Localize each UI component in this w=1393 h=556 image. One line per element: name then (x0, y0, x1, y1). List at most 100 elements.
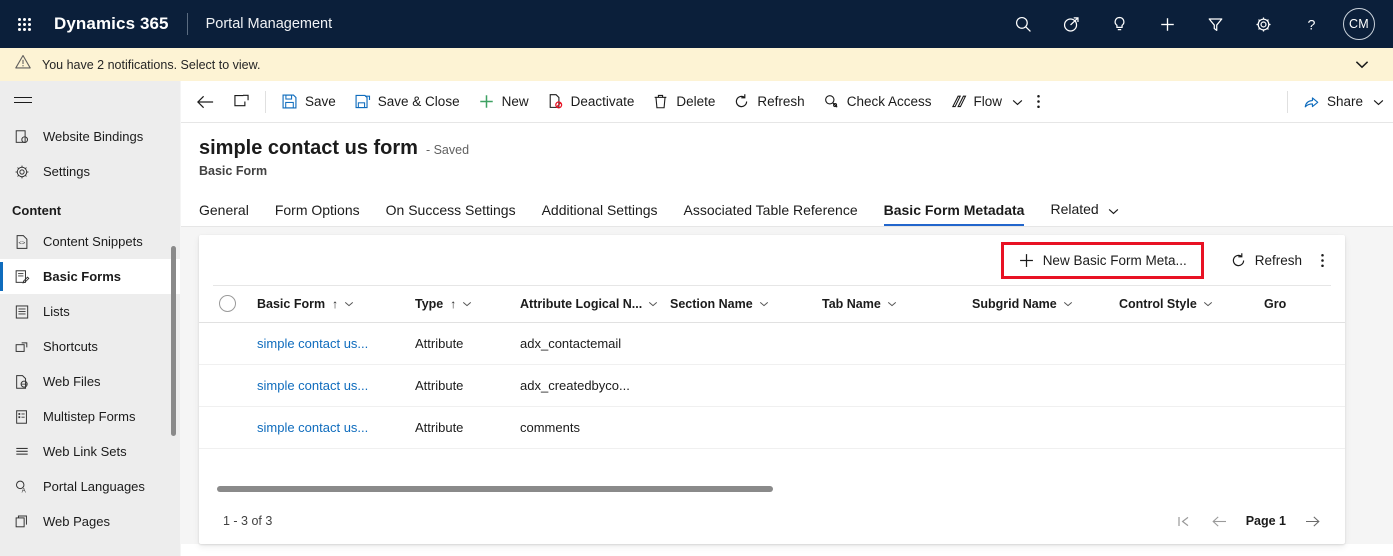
select-all-checkbox[interactable] (219, 295, 236, 313)
sidebar-item-shortcuts[interactable]: Shortcuts (0, 329, 180, 364)
cell-group (1264, 322, 1345, 365)
column-label: Gro (1264, 296, 1287, 311)
column-header-basic-form[interactable]: Basic Form ↑ (257, 286, 415, 322)
cell-basic-form[interactable]: simple contact us... (257, 322, 415, 365)
chevron-down-icon[interactable] (462, 301, 472, 307)
column-header-control-style[interactable]: Control Style (1119, 286, 1264, 322)
grid-footer: 1 - 3 of 3 Page 1 (199, 498, 1345, 544)
cell-basic-form[interactable]: simple contact us... (257, 364, 415, 407)
app-launcher-icon[interactable] (0, 17, 48, 31)
chevron-down-icon[interactable] (344, 301, 354, 307)
avatar[interactable]: CM (1343, 8, 1375, 40)
basic-form-link[interactable]: simple contact us... (257, 378, 368, 393)
save-button[interactable]: Save (272, 81, 345, 123)
delete-button[interactable]: Delete (643, 81, 724, 123)
sidebar-item-label: Shortcuts (43, 339, 98, 354)
basic-form-link[interactable]: simple contact us... (257, 336, 368, 351)
first-page-icon[interactable] (1167, 509, 1201, 534)
hamburger-icon[interactable] (0, 81, 180, 119)
column-header-group[interactable]: Gro (1264, 286, 1345, 322)
tab-on-success-settings[interactable]: On Success Settings (386, 202, 516, 226)
row-select-cell[interactable] (199, 322, 257, 365)
sidebar-item-settings[interactable]: Settings (0, 154, 180, 189)
scrollbar-thumb[interactable] (217, 486, 773, 492)
refresh-icon (733, 93, 750, 110)
tab-additional-settings[interactable]: Additional Settings (542, 202, 658, 226)
column-header-tab-name[interactable]: Tab Name (822, 286, 972, 322)
more-options-icon[interactable] (1032, 81, 1045, 123)
sidebar-item-label: Web Link Sets (43, 444, 127, 459)
refresh-button[interactable]: Refresh (724, 81, 813, 123)
table-row[interactable]: simple contact us... Attribute adx_conta… (199, 322, 1345, 365)
grid-more-options-icon[interactable] (1314, 243, 1331, 278)
assistant-icon[interactable] (1047, 0, 1095, 48)
sidebar-item-basic-forms[interactable]: Basic Forms (0, 259, 180, 294)
chevron-down-icon[interactable] (648, 301, 658, 307)
column-header-section-name[interactable]: Section Name (670, 286, 822, 322)
filter-icon[interactable] (1191, 0, 1239, 48)
tab-label: Basic Form Metadata (883, 202, 1025, 218)
column-header-attribute-logical-name[interactable]: Attribute Logical N... (520, 286, 670, 322)
chevron-down-icon[interactable] (1012, 94, 1023, 109)
sidebar-item-label: Website Bindings (43, 129, 144, 144)
cell-basic-form[interactable]: simple contact us... (257, 406, 415, 449)
help-icon[interactable]: ? (1287, 0, 1335, 48)
delete-label: Delete (676, 94, 716, 109)
save-and-close-button[interactable]: Save & Close (345, 81, 469, 123)
tab-general[interactable]: General (199, 202, 249, 226)
sidebar-item-website-bindings[interactable]: Website Bindings (0, 119, 180, 154)
gear-icon[interactable] (1239, 0, 1287, 48)
sidebar-item-web-pages[interactable]: Web Pages (0, 504, 180, 539)
tab-label: Additional Settings (541, 202, 658, 218)
sidebar-item-content-snippets[interactable]: <> Content Snippets (0, 224, 180, 259)
sidebar-item-web-files[interactable]: Web Files (0, 364, 180, 399)
grid-refresh-label: Refresh (1254, 252, 1302, 268)
chevron-down-icon[interactable] (759, 301, 769, 307)
row-select-cell[interactable] (199, 364, 257, 407)
chevron-down-icon[interactable] (1373, 94, 1384, 109)
grid-horizontal-scrollbar[interactable] (217, 486, 1307, 492)
tab-form-options[interactable]: Form Options (275, 202, 360, 226)
plus-icon[interactable] (1143, 0, 1191, 48)
basic-form-link[interactable]: simple contact us... (257, 420, 368, 435)
column-header-type[interactable]: Type ↑ (415, 286, 520, 322)
save-label: Save (305, 94, 336, 109)
lightbulb-icon[interactable] (1095, 0, 1143, 48)
grid-refresh-button[interactable]: Refresh (1218, 244, 1314, 277)
column-label: Section Name (670, 296, 753, 311)
open-in-new-window-icon[interactable] (224, 81, 259, 123)
tab-associated-table-reference[interactable]: Associated Table Reference (684, 202, 858, 226)
sidebar-item-web-link-sets[interactable]: Web Link Sets (0, 434, 180, 469)
check-access-button[interactable]: Check Access (814, 81, 941, 123)
new-basic-form-metadata-button[interactable]: New Basic Form Meta... (1000, 241, 1204, 279)
select-all-header[interactable] (199, 286, 257, 322)
sidebar-item-multistep-forms[interactable]: Multistep Forms (0, 399, 180, 434)
table-row[interactable]: simple contact us... Attribute comments (199, 406, 1345, 449)
chevron-down-icon[interactable] (1063, 301, 1073, 307)
warning-icon (14, 53, 32, 76)
back-arrow-icon[interactable] (187, 81, 224, 123)
search-icon[interactable] (999, 0, 1047, 48)
table-row[interactable]: simple contact us... Attribute adx_creat… (199, 364, 1345, 407)
sidebar-item-portal-languages[interactable]: A Portal Languages (0, 469, 180, 504)
column-header-subgrid-name[interactable]: Subgrid Name (972, 286, 1119, 322)
new-button[interactable]: New (469, 81, 538, 123)
deactivate-button[interactable]: Deactivate (538, 81, 644, 123)
tab-related[interactable]: Related (1050, 201, 1118, 226)
sidebar-scrollbar[interactable] (171, 246, 176, 436)
sidebar-item-lists[interactable]: Lists (0, 294, 180, 329)
command-bar-right: Share (1281, 81, 1393, 123)
next-page-icon[interactable] (1294, 509, 1331, 534)
chevron-down-icon[interactable] (1345, 56, 1379, 73)
chevron-down-icon[interactable] (1203, 301, 1213, 307)
chevron-down-icon[interactable] (887, 301, 897, 307)
refresh-icon (1230, 252, 1247, 269)
previous-page-icon[interactable] (1201, 509, 1238, 534)
chevron-down-icon[interactable] (1108, 202, 1119, 218)
shortcut-icon (14, 339, 36, 355)
notification-bar[interactable]: You have 2 notifications. Select to view… (0, 48, 1393, 81)
flow-button[interactable]: Flow (941, 81, 1033, 123)
tab-basic-form-metadata[interactable]: Basic Form Metadata (883, 202, 1025, 226)
row-select-cell[interactable] (199, 406, 257, 449)
share-button[interactable]: Share (1294, 81, 1393, 123)
